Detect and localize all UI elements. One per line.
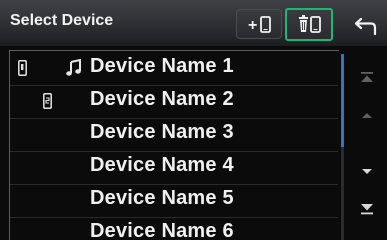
page-title: Select Device — [10, 12, 114, 29]
scroll-bottom-button[interactable] — [356, 198, 378, 220]
phone-1-icon — [18, 60, 27, 76]
page-down-button[interactable] — [356, 160, 378, 182]
add-device-button[interactable]: + — [236, 9, 282, 39]
svg-text:+: + — [248, 17, 257, 34]
scroll-bottom-icon — [361, 204, 373, 215]
header-bar: Select Device + — [0, 0, 387, 46]
scroll-top-button[interactable] — [356, 66, 378, 88]
delete-phone-icon — [299, 15, 321, 33]
device-name: Device Name 6 — [90, 220, 234, 240]
phone-2-icon — [43, 93, 52, 109]
device-name: Device Name 5 — [90, 187, 234, 209]
device-name: Device Name 4 — [90, 154, 234, 176]
scroll-top-icon — [361, 72, 373, 82]
list-item[interactable]: Device Name 1 — [10, 53, 338, 85]
page-up-icon — [362, 113, 372, 118]
list-item[interactable]: Device Name 6 — [10, 218, 338, 240]
add-phone-icon: + — [248, 16, 271, 34]
delete-device-button[interactable] — [285, 8, 333, 41]
page-up-button[interactable] — [356, 104, 378, 126]
page-down-icon — [362, 169, 372, 174]
scrollbar-thumb[interactable] — [341, 54, 344, 147]
list-item[interactable]: Device Name 2 — [10, 86, 338, 118]
back-arrow-icon — [354, 17, 377, 36]
list-item[interactable]: Device Name 3 — [10, 119, 338, 151]
device-name: Device Name 2 — [90, 88, 234, 110]
list-item[interactable]: Device Name 4 — [10, 152, 338, 184]
select-device-screen: Select Device + Device Name 1 Device Nam… — [0, 0, 387, 240]
music-note-icon — [66, 59, 81, 76]
device-name: Device Name 3 — [90, 121, 234, 143]
back-button[interactable] — [352, 10, 382, 40]
list-item[interactable]: Device Name 5 — [10, 185, 338, 217]
device-name: Device Name 1 — [90, 55, 234, 77]
